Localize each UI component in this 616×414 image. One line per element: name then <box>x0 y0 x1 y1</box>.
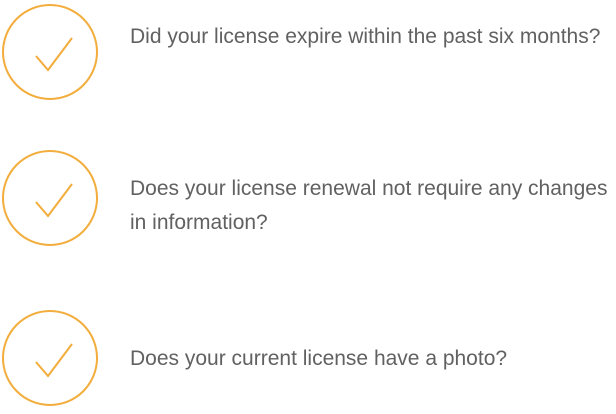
check-circle <box>2 310 98 406</box>
checklist-question: Does your license renewal not require an… <box>130 177 608 234</box>
checklist-item: Does your license renewal not require an… <box>0 150 616 254</box>
check-circle <box>2 150 98 246</box>
checklist-item: Did your license expire within the past … <box>0 0 616 104</box>
checklist-item: Does your current license have a photo? <box>0 310 616 414</box>
checklist-question: Does your current license have a photo? <box>130 347 508 370</box>
check-circle <box>2 4 98 100</box>
check-icon <box>35 37 73 72</box>
check-icon <box>35 183 73 218</box>
check-icon <box>35 343 73 378</box>
checklist-question: Did your license expire within the past … <box>130 25 601 48</box>
